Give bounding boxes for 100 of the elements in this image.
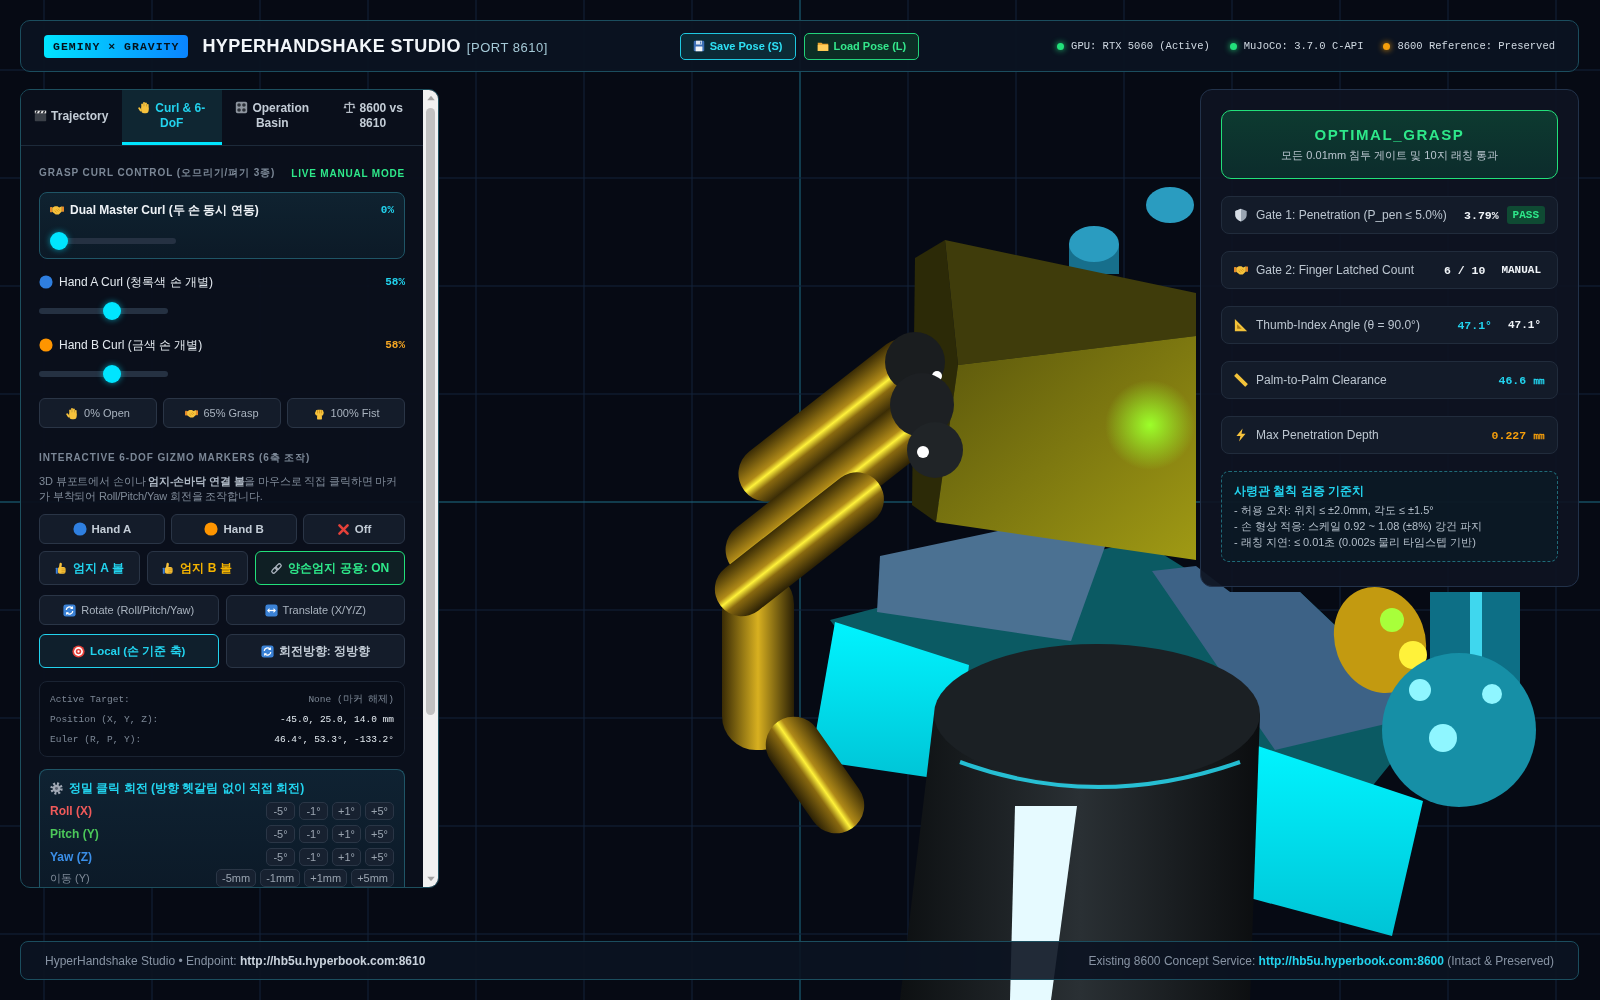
target-button[interactable]: Off	[303, 514, 405, 544]
slider-thumb[interactable]	[103, 365, 122, 383]
tab[interactable]: Operation Basin	[222, 90, 323, 145]
section-title: INTERACTIVE 6-DOF GIZMO MARKERS (6축 조작)	[39, 451, 311, 465]
mode-label: LIVE MANUAL MODE	[291, 167, 405, 179]
open-hand-icon	[66, 406, 80, 420]
preset-button[interactable]: 100% Fist	[287, 398, 405, 428]
status-text: MuJoCo: 3.7.0 C-API	[1243, 40, 1364, 52]
thumb-ball-button[interactable]: 엄지 B 볼	[146, 551, 248, 585]
step-button[interactable]: -5°	[266, 802, 295, 820]
save-pose-button[interactable]: Save Pose (S)	[679, 32, 796, 60]
step-button[interactable]: +5°	[365, 825, 394, 843]
criteria-line: - 허용 오차: 위치 ≤ ±2.0mm, 각도 ≤ ±1.5°	[1234, 503, 1435, 518]
axis-label: Pitch (Y)	[50, 827, 99, 841]
step-button[interactable]: +1°	[332, 802, 361, 820]
control-knobs-icon	[235, 101, 249, 114]
status-title: OPTIMAL_GRASP	[1314, 126, 1465, 143]
handshake-icon	[1234, 263, 1248, 277]
slider-label: Hand B Curl (금색 손 개별)	[59, 336, 204, 354]
metric-value: 47.1°	[1457, 318, 1492, 332]
top-cylinder	[1146, 187, 1194, 223]
step-button[interactable]: +1°	[332, 848, 361, 866]
readout-label: Position (X, Y, Z):	[50, 713, 159, 725]
joint-ball	[907, 422, 963, 478]
step-button[interactable]: +5mm	[351, 869, 394, 887]
app-title: HYPERHANDSHAKE STUDIO	[202, 35, 461, 57]
ruler-icon	[1234, 373, 1248, 387]
scrollbar-thumb[interactable]	[426, 108, 435, 715]
status-subtitle: 모든 0.01mm 침투 게이트 및 10지 래칭 통과	[1281, 148, 1498, 163]
gear-icon	[50, 781, 63, 795]
tab[interactable]: Trajectory	[21, 90, 122, 145]
shield-icon	[1234, 208, 1248, 222]
slider-thumb[interactable]	[103, 302, 122, 320]
metric-label: Gate 2: Finger Latched Count	[1256, 263, 1416, 277]
thumbs-up-icon	[54, 561, 68, 575]
handshake-icon	[50, 203, 64, 217]
dot-icon	[204, 522, 219, 536]
curl-slider[interactable]	[50, 232, 176, 250]
status-text: 8600 Reference: Preserved	[1397, 40, 1555, 52]
step-button[interactable]: -5°	[266, 848, 295, 866]
metric-value: 46.6 ㎜	[1498, 372, 1545, 388]
dot-icon	[39, 275, 53, 289]
shared-thumb-toggle[interactable]: 양손엄지 공용: ON	[254, 551, 405, 585]
metric-note: MANUAL	[1500, 264, 1542, 276]
axis-label: Roll (X)	[50, 804, 92, 818]
pass-badge: PASS	[1506, 206, 1545, 224]
service-link[interactable]: http://hb5u.hyperbook.com:8600	[1258, 953, 1444, 968]
service-text: Existing 8600 Concept Service: http://hb5u.hyperbook.com:8600 (Intact & Preserved)	[1088, 953, 1554, 968]
curl-slider[interactable]	[39, 302, 168, 320]
mode-button[interactable]: Rotate (Roll/Pitch/Yaw)	[39, 595, 219, 625]
top-cylinder	[1069, 226, 1119, 274]
balance-scale-icon	[342, 101, 356, 114]
link-icon	[270, 561, 284, 575]
slider-value: 0%	[380, 204, 394, 216]
target-button[interactable]: Hand A	[39, 514, 165, 544]
step-button[interactable]: -5°	[266, 825, 295, 843]
description-text: 3D 뷰포트에서 손이나 엄지-손바닥 연결 볼을 마우스로 직접 클릭하면 마커가 부착되어 Roll/Pitch/Yaw 회전을 조작합니다.	[39, 474, 399, 504]
cross-icon	[336, 522, 350, 536]
step-button[interactable]: +5°	[365, 848, 394, 866]
step-button[interactable]: -1°	[299, 825, 328, 843]
status-text: GPU: RTX 5060 (Active)	[1071, 40, 1210, 52]
option-toggle[interactable]: 회전방향: 정방향	[225, 634, 405, 668]
target-button[interactable]: Hand B	[170, 514, 298, 544]
axis-label: Yaw (Z)	[50, 850, 92, 864]
slider-thumb[interactable]	[50, 232, 68, 250]
criteria-line: - 래칭 지연: ≤ 0.01초 (0.002s 물리 타임스텝 기반)	[1234, 535, 1477, 550]
slider-label: Dual Master Curl (두 손 동시 연동)	[70, 201, 260, 219]
step-button[interactable]: -5mm	[216, 869, 257, 887]
target-icon	[72, 644, 86, 658]
endpoint-text: HyperHandshake Studio • Endpoint: http://hb5u.hyperbook.com:8610	[45, 953, 426, 968]
step-button[interactable]: -1°	[299, 802, 328, 820]
dot-icon	[72, 522, 87, 536]
readout-label: Euler (R, P, Y):	[50, 733, 142, 745]
slider-label: Hand A Curl (청록색 손 개별)	[59, 273, 215, 291]
preset-button[interactable]: 0% Open	[39, 398, 157, 428]
metric-note: 47.1°	[1507, 319, 1542, 331]
scrollbar[interactable]	[423, 90, 438, 887]
step-button[interactable]: +1mm	[304, 869, 348, 887]
thumbs-up-icon	[162, 561, 176, 575]
step-button[interactable]: -1°	[299, 848, 328, 866]
curl-slider[interactable]	[39, 365, 168, 383]
metric-value: 3.79%	[1464, 208, 1499, 222]
load-pose-button[interactable]: Load Pose (L)	[803, 32, 920, 60]
tab[interactable]: Curl & 6-DoF	[121, 90, 222, 145]
mode-button[interactable]: Translate (X/Y/Z)	[225, 595, 405, 625]
preset-button[interactable]: 65% Grasp	[163, 398, 281, 428]
metric-label: Max Penetration Depth	[1256, 428, 1380, 442]
step-button[interactable]: -1mm	[260, 869, 301, 887]
option-toggle[interactable]: Local (손 기준 축)	[39, 634, 219, 668]
readout-value: -45.0, 25.0, 14.0 mm	[279, 713, 394, 725]
step-button[interactable]: +5°	[365, 802, 394, 820]
dot-icon	[39, 338, 53, 352]
readout-value: None (마커 해제)	[308, 692, 394, 706]
cycle-arrows-icon	[63, 603, 77, 617]
readout-label: Active Target:	[50, 693, 130, 705]
metric-value: 6 / 10	[1443, 263, 1486, 277]
metric-label: Palm-to-Palm Clearance	[1256, 373, 1388, 387]
thumb-ball-button[interactable]: 엄지 A 볼	[39, 551, 140, 585]
tab[interactable]: 8600 vs 8610	[322, 90, 423, 145]
step-button[interactable]: +1°	[332, 825, 361, 843]
